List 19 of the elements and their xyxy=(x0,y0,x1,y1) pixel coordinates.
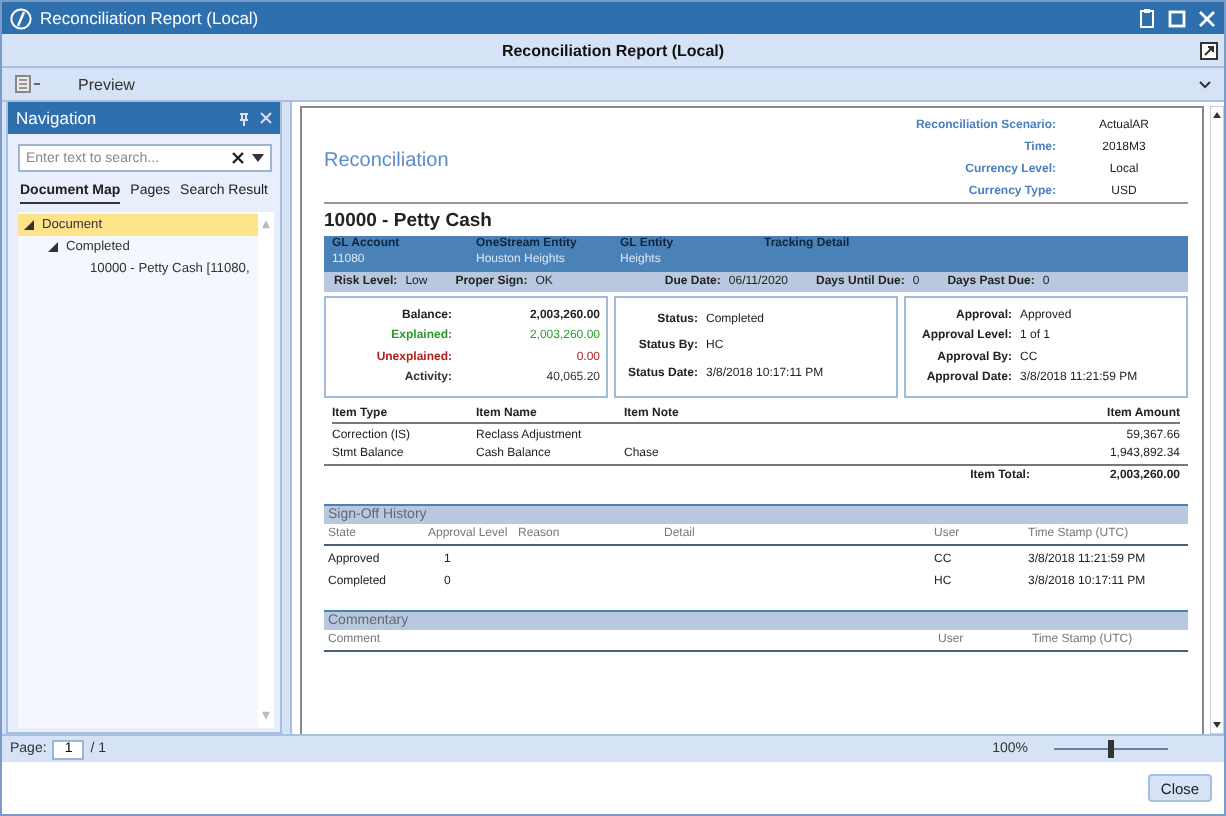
close-icon[interactable] xyxy=(260,112,272,124)
document-dropdown-icon[interactable] xyxy=(14,74,46,94)
clipboard-icon[interactable] xyxy=(1138,8,1156,28)
expanded-arrow-icon[interactable] xyxy=(24,220,34,230)
preview-label: Preview xyxy=(78,75,135,93)
clear-icon[interactable] xyxy=(232,152,244,164)
panel-title: Navigation xyxy=(16,108,97,128)
dropdown-arrow-icon[interactable] xyxy=(252,154,264,162)
slider-thumb[interactable] xyxy=(1108,740,1114,758)
pin-icon[interactable] xyxy=(238,111,250,125)
report-title: Reconciliation Report (Local) xyxy=(501,41,725,59)
window-title: Reconciliation Report (Local) xyxy=(40,8,259,28)
report-heading: Reconciliation xyxy=(324,150,449,176)
app-logo-icon xyxy=(10,7,32,29)
expanded-arrow-icon[interactable] xyxy=(48,242,58,252)
account-title: 10000 - Petty Cash xyxy=(324,210,494,232)
chevron-down-icon[interactable] xyxy=(1198,79,1212,89)
pop-out-icon[interactable] xyxy=(1200,42,1218,60)
maximize-icon[interactable] xyxy=(1168,9,1186,27)
